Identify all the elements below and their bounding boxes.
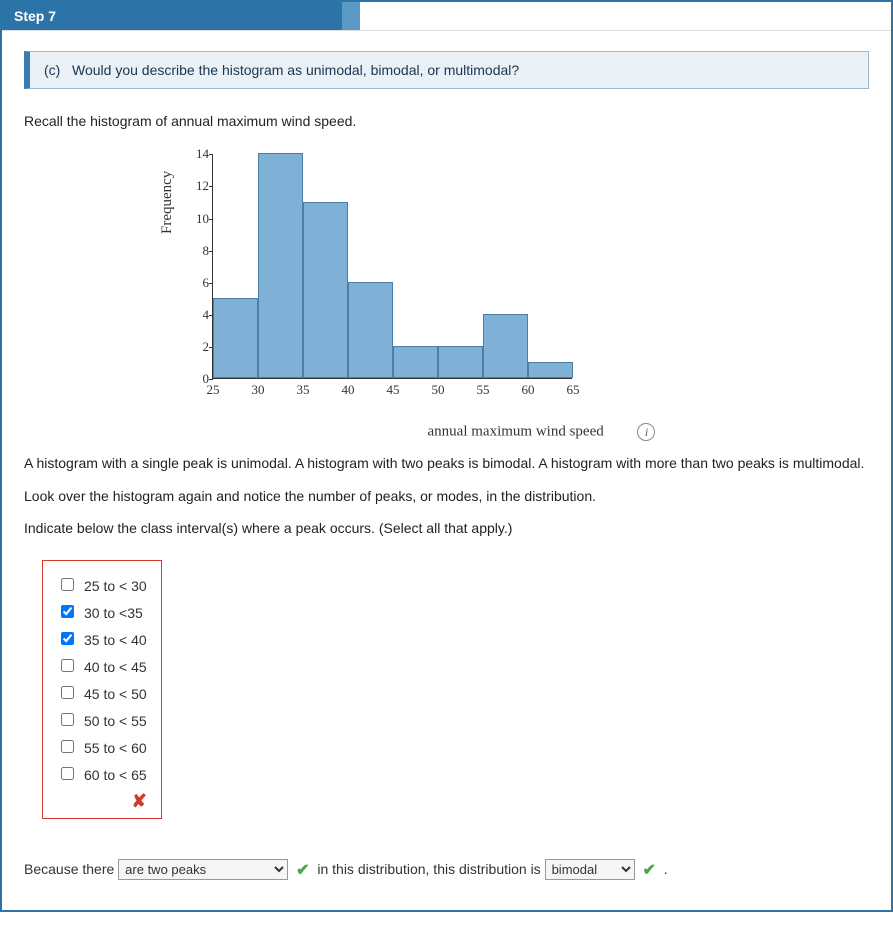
checkbox-row: 30 to <35 [57, 598, 147, 625]
interval-label: 45 to < 50 [84, 686, 147, 702]
x-tick-label: 55 [463, 382, 503, 398]
x-tick-label: 30 [238, 382, 278, 398]
x-tick-label: 40 [328, 382, 368, 398]
interval-checkbox[interactable] [61, 713, 74, 726]
x-tick-label: 60 [508, 382, 548, 398]
modality-dropdown[interactable]: bimodal [545, 859, 635, 880]
y-tick-label: 14 [185, 146, 209, 162]
sentence-part2: in this distribution, this distribution … [317, 861, 544, 877]
interval-checkbox[interactable] [61, 686, 74, 699]
checkbox-group: 25 to < 30 30 to <35 35 to < 40 40 to < 45 4… [42, 560, 162, 819]
histogram-chart: Frequency 02468101214253035404550556065 … [164, 149, 869, 441]
explain-unimodal: A histogram with a single peak is unimod… [24, 453, 869, 473]
peaks-dropdown[interactable]: are two peaks [118, 859, 288, 880]
checkbox-row: 50 to < 55 [57, 706, 147, 733]
x-tick-label: 50 [418, 382, 458, 398]
checkbox-row: 25 to < 30 [57, 571, 147, 598]
histogram-bar [303, 202, 348, 379]
x-tick-label: 35 [283, 382, 323, 398]
checkbox-row: 45 to < 50 [57, 679, 147, 706]
histogram-bar [483, 314, 528, 378]
checkbox-row: 35 to < 40 [57, 625, 147, 652]
interval-checkbox[interactable] [61, 659, 74, 672]
histogram-bar [528, 362, 573, 378]
y-tick-label: 6 [185, 275, 209, 291]
y-tick-label: 10 [185, 211, 209, 227]
y-tick-label: 12 [185, 178, 209, 194]
interval-checkbox[interactable] [61, 578, 74, 591]
interval-checkbox[interactable] [61, 605, 74, 618]
y-tick-label: 4 [185, 307, 209, 323]
question-part: (c) [44, 62, 60, 78]
content: (c) Would you describe the histogram as … [2, 31, 891, 910]
checkbox-row: 55 to < 60 [57, 733, 147, 760]
check-icon: ✔ [296, 862, 309, 879]
check-icon: ✔ [642, 862, 655, 879]
interval-label: 40 to < 45 [84, 659, 147, 675]
x-tick-label: 25 [193, 382, 233, 398]
question-panel: Step 7 (c) Would you describe the histog… [0, 0, 893, 912]
histogram-bar [393, 346, 438, 378]
y-tick-label: 8 [185, 243, 209, 259]
interval-checkbox[interactable] [61, 632, 74, 645]
checkbox-row: 40 to < 45 [57, 652, 147, 679]
conclusion-sentence: Because there are two peaks ✔ in this di… [24, 859, 869, 880]
incorrect-icon: ✘ [57, 787, 147, 812]
step-header-row: Step 7 [2, 2, 891, 31]
interval-label: 50 to < 55 [84, 713, 147, 729]
intro-text: Recall the histogram of annual maximum w… [24, 111, 869, 131]
sentence-part1: Because there [24, 861, 118, 877]
y-tick-label: 2 [185, 339, 209, 355]
x-tick-label: 65 [553, 382, 593, 398]
histogram-bar [438, 346, 483, 378]
interval-label: 55 to < 60 [84, 740, 147, 756]
y-axis-label: Frequency [159, 171, 176, 234]
histogram-bar [213, 298, 258, 378]
explain-peaks: Look over the histogram again and notice… [24, 486, 869, 506]
step-header: Step 7 [2, 2, 342, 30]
step-label: Step 7 [14, 8, 56, 24]
histogram-bar [258, 153, 303, 378]
info-icon[interactable]: i [637, 423, 655, 441]
select-prompt: Indicate below the class interval(s) whe… [24, 518, 869, 538]
x-axis-label: annual maximum wind speed i [214, 423, 869, 441]
interval-label: 25 to < 30 [84, 578, 147, 594]
interval-label: 35 to < 40 [84, 632, 147, 648]
question-text: Would you describe the histogram as unim… [72, 62, 519, 78]
x-tick-label: 45 [373, 382, 413, 398]
interval-checkbox[interactable] [61, 767, 74, 780]
interval-label: 60 to < 65 [84, 767, 147, 783]
histogram-bar [348, 282, 393, 378]
interval-label: 30 to <35 [84, 605, 143, 621]
sentence-part3: . [664, 861, 668, 877]
interval-checkbox[interactable] [61, 740, 74, 753]
question-box: (c) Would you describe the histogram as … [24, 51, 869, 89]
checkbox-row: 60 to < 65 [57, 760, 147, 787]
